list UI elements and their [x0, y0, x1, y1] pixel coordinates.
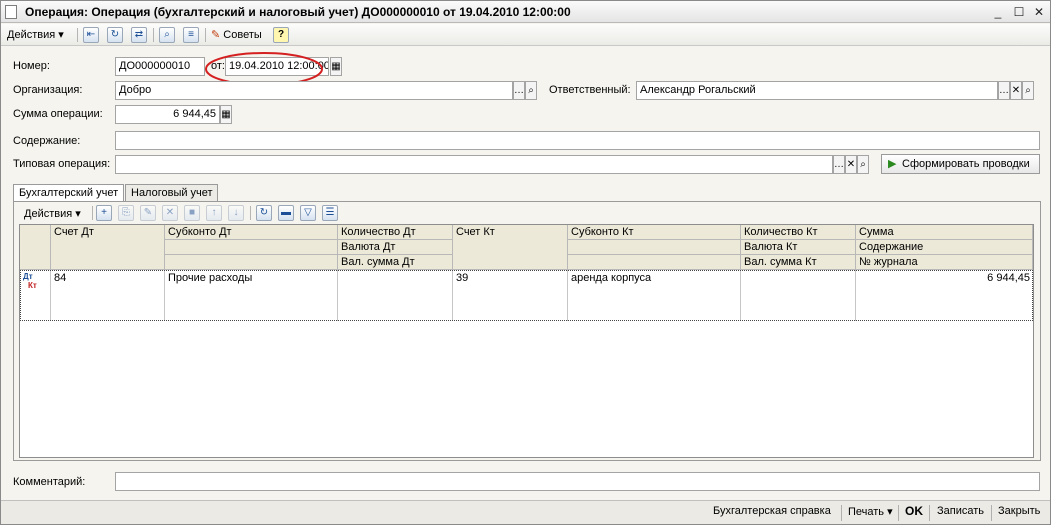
calculator-icon[interactable]: ▦: [220, 105, 232, 124]
comment-field[interactable]: [115, 472, 1040, 491]
header-subkonto-dt-3: [165, 255, 338, 270]
sum-label: Сумма операции:: [13, 108, 103, 120]
play-icon: ▶: [888, 158, 897, 170]
organization-label: Организация:: [13, 84, 83, 96]
select-ellipsis-icon[interactable]: …: [833, 155, 845, 174]
typical-operation-field[interactable]: [115, 155, 833, 174]
print-menu-button[interactable]: Печать ▾: [848, 505, 893, 518]
header-journal[interactable]: № журнала: [856, 255, 1033, 270]
refresh-icon[interactable]: ↻: [256, 205, 272, 221]
toolbar-separator: [77, 28, 78, 42]
table-header-icon-col: [20, 225, 51, 270]
document-icon: [5, 5, 17, 19]
button-separator: [898, 505, 899, 521]
sort-icon[interactable]: ☰: [322, 205, 338, 221]
organization-field[interactable]: Добро: [115, 81, 513, 100]
move-up-icon[interactable]: ↑: [206, 205, 222, 221]
entries-table: Счет Дт Субконто Дт Количество Дт Валюта…: [19, 224, 1034, 458]
header-subkonto-kt-2: [568, 240, 741, 255]
tab-tax[interactable]: Налоговый учет: [125, 184, 218, 202]
close-button[interactable]: ✕: [1031, 4, 1047, 20]
table-row[interactable]: [20, 270, 1033, 321]
tips-button[interactable]: ✎ Советы: [211, 26, 262, 44]
close-form-button[interactable]: Закрыть: [998, 505, 1040, 517]
header-subkonto-dt-2: [165, 240, 338, 255]
mark-icon[interactable]: ▬: [278, 205, 294, 221]
delete-row-icon[interactable]: ✕: [162, 205, 178, 221]
move-down-icon[interactable]: ↓: [228, 205, 244, 221]
header-kol-dt[interactable]: Количество Дт: [338, 225, 453, 240]
header-val-kt[interactable]: Валюта Кт: [741, 240, 856, 255]
generate-entries-label: Сформировать проводки: [902, 158, 1030, 170]
filter-icon[interactable]: ▽: [300, 205, 316, 221]
maximize-button[interactable]: ☐: [1011, 4, 1027, 20]
refresh-document-icon[interactable]: ⇄: [131, 27, 147, 43]
clear-icon[interactable]: ✕: [1010, 81, 1022, 100]
back-arrow-icon[interactable]: ⇤: [83, 27, 99, 43]
window-title: Операция: Операция (бухгалтерский и нало…: [25, 5, 571, 19]
header-subkonto-kt[interactable]: Субконто Кт: [568, 225, 741, 240]
print-label: Печать: [848, 506, 885, 518]
search-icon[interactable]: ⌕: [525, 81, 537, 100]
number-field[interactable]: ДО000000010: [115, 57, 205, 76]
select-ellipsis-icon[interactable]: …: [998, 81, 1010, 100]
comment-label: Комментарий:: [13, 476, 86, 488]
toolbar-separator: [92, 206, 93, 220]
reload-icon[interactable]: ↻: [107, 27, 123, 43]
bottom-button-bar: Бухгалтерская справка Печать ▾ OK Записа…: [1, 500, 1050, 524]
header-val-dt[interactable]: Валюта Дт: [338, 240, 453, 255]
tips-label: Советы: [223, 29, 262, 41]
save-button[interactable]: Записать: [937, 505, 984, 517]
toolbar-separator: [205, 28, 206, 42]
add-row-icon[interactable]: +: [96, 205, 112, 221]
header-valsum-dt[interactable]: Вал. сумма Дт: [338, 255, 453, 270]
header-summa[interactable]: Сумма: [856, 225, 1033, 240]
edit-row-icon[interactable]: ✎: [140, 205, 156, 221]
table-actions-menu[interactable]: Действия ▾: [24, 205, 81, 223]
header-subkonto-dt[interactable]: Субконто Дт: [165, 225, 338, 240]
report-icon[interactable]: ≡: [183, 27, 199, 43]
header-soderzhanie[interactable]: Содержание: [856, 240, 1033, 255]
tips-icon: ✎: [211, 29, 221, 41]
help-icon[interactable]: ?: [273, 27, 289, 43]
content-field[interactable]: [115, 131, 1040, 150]
document-window: Операция: Операция (бухгалтерский и нало…: [0, 0, 1051, 525]
toolbar-separator: [250, 206, 251, 220]
header-valsum-kt[interactable]: Вал. сумма Кт: [741, 255, 856, 270]
ok-button[interactable]: OK: [905, 504, 923, 518]
calendar-icon[interactable]: ▦: [330, 57, 342, 76]
clear-icon[interactable]: ✕: [845, 155, 857, 174]
search-icon[interactable]: ⌕: [857, 155, 869, 174]
table-actions-label: Действия: [24, 208, 73, 220]
responsible-field[interactable]: Александр Рогальский: [636, 81, 998, 100]
search-icon[interactable]: ⌕: [1022, 81, 1034, 100]
table-toolbar: Действия ▾ + ⎘ ✎ ✕ ■ ↑ ↓ ↻ ▬ ▽ ☰: [14, 202, 1040, 224]
button-separator: [841, 505, 842, 521]
minimize-button[interactable]: _: [990, 4, 1006, 20]
typical-operation-label: Типовая операция:: [13, 158, 111, 170]
accounting-report-button[interactable]: Бухгалтерская справка: [713, 505, 831, 517]
header-kol-kt[interactable]: Количество Кт: [741, 225, 856, 240]
number-label: Номер:: [13, 60, 50, 72]
copy-row-icon[interactable]: ⎘: [118, 205, 134, 221]
title-bar: Операция: Операция (бухгалтерский и нало…: [1, 1, 1050, 23]
button-separator: [991, 505, 992, 521]
actions-label: Действия: [7, 29, 56, 41]
preview-icon[interactable]: ⌕: [159, 27, 175, 43]
button-separator: [929, 505, 930, 521]
tab-panel: Действия ▾ + ⎘ ✎ ✕ ■ ↑ ↓ ↻ ▬ ▽ ☰ Счет Дт…: [13, 201, 1041, 461]
content-label: Содержание:: [13, 135, 81, 147]
actions-menu[interactable]: Действия ▾: [7, 26, 64, 44]
toolbar-separator: [153, 28, 154, 42]
generate-entries-button[interactable]: ▶ Сформировать проводки: [881, 154, 1040, 174]
responsible-label: Ответственный:: [549, 84, 631, 96]
header-schet-dt[interactable]: Счет Дт: [51, 225, 165, 270]
select-ellipsis-icon[interactable]: …: [513, 81, 525, 100]
main-toolbar: Действия ▾ ⇤ ↻ ⇄ ⌕ ≡ ✎ Советы ?: [1, 24, 1050, 46]
end-edit-icon[interactable]: ■: [184, 205, 200, 221]
header-subkonto-kt-3: [568, 255, 741, 270]
sum-field[interactable]: 6 944,45: [115, 105, 220, 124]
header-schet-kt[interactable]: Счет Кт: [453, 225, 568, 270]
